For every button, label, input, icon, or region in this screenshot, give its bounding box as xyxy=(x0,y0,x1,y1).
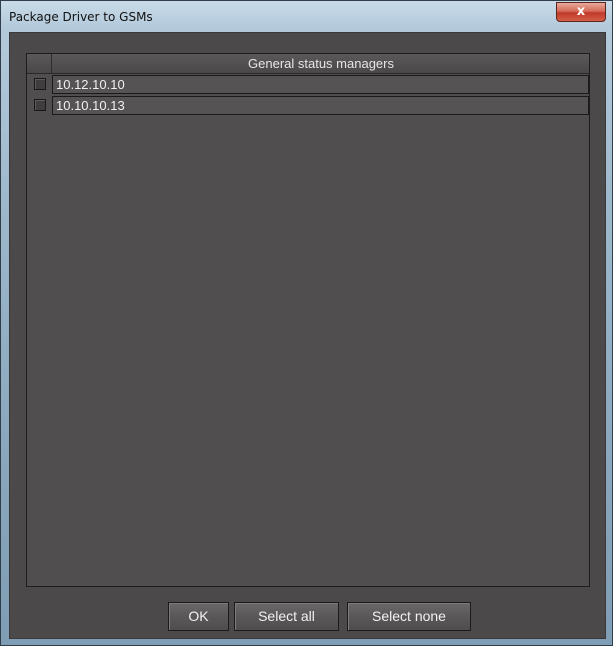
select-all-button[interactable]: Select all xyxy=(234,602,339,631)
row-checkbox[interactable] xyxy=(34,78,46,90)
header-checkbox-column[interactable] xyxy=(27,54,52,73)
row-checkbox-cell[interactable] xyxy=(27,74,52,95)
title-bar[interactable]: Package Driver to GSMs x xyxy=(1,1,612,33)
close-button[interactable]: x xyxy=(556,2,606,22)
close-icon: x xyxy=(576,4,586,19)
gsm-list: General status managers 10.12.10.10 10.1… xyxy=(26,53,590,587)
list-item[interactable]: 10.10.10.13 xyxy=(27,95,589,116)
gsm-address[interactable]: 10.12.10.10 xyxy=(52,75,589,94)
ok-button[interactable]: OK xyxy=(168,602,229,631)
row-checkbox-cell[interactable] xyxy=(27,95,52,116)
column-header-general-status-managers[interactable]: General status managers xyxy=(53,54,589,73)
dialog-window: Package Driver to GSMs x General status … xyxy=(0,0,613,646)
row-checkbox[interactable] xyxy=(34,99,46,111)
list-header: General status managers xyxy=(27,54,589,74)
window-title: Package Driver to GSMs xyxy=(9,10,153,24)
select-none-button[interactable]: Select none xyxy=(347,602,471,631)
gsm-address[interactable]: 10.10.10.13 xyxy=(52,96,589,115)
dialog-content: General status managers 10.12.10.10 10.1… xyxy=(9,32,606,639)
button-bar: OK Select all Select none xyxy=(10,602,605,632)
list-item[interactable]: 10.12.10.10 xyxy=(27,74,589,95)
